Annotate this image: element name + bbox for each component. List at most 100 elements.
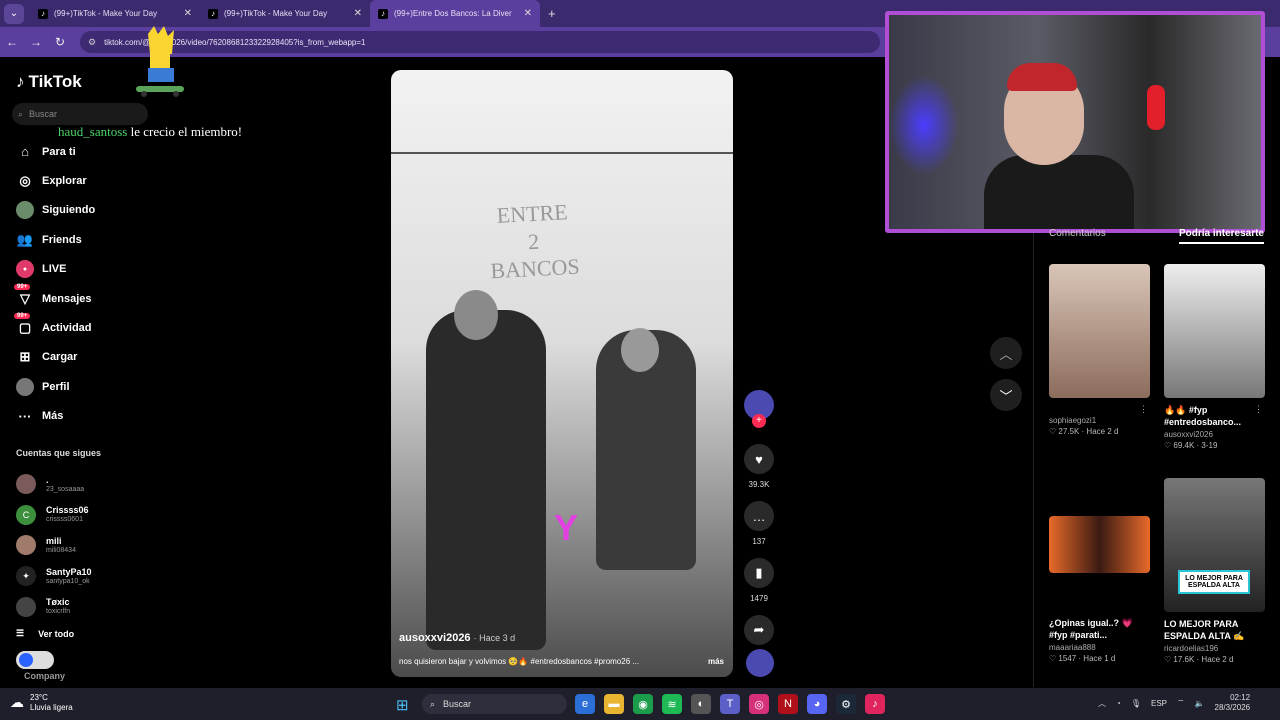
card-author[interactable]: ausoxxvi2026: [1164, 430, 1265, 439]
mic-icon[interactable]: 🎙: [1131, 699, 1141, 708]
video-player[interactable]: ENTRE 2 BANCOS Y ausoxxvi2026 · Hace 3 d…: [391, 70, 733, 677]
following-account[interactable]: C Crissss06 crissss0601: [16, 500, 92, 531]
account-name: Crissss06: [46, 505, 89, 516]
back-icon[interactable]: ←: [0, 35, 24, 49]
recommended-video-card[interactable]: ⋮ 🔥🔥 #fyp #entredosbanco... ausoxxvi2026…: [1164, 264, 1265, 450]
more-options-icon[interactable]: ⋮: [1254, 404, 1263, 415]
browser-tab[interactable]: ♪ (99+)TikTok - Make Your Day ✕: [200, 0, 370, 27]
theme-toggle[interactable]: [16, 651, 54, 669]
chevron-up-icon[interactable]: ︿: [990, 337, 1022, 369]
nav-item-live[interactable]: ● LIVE: [16, 255, 95, 284]
tab-podria-interesarte[interactable]: Podría interesarte: [1178, 228, 1264, 244]
like-count: 39.3K: [748, 480, 770, 489]
card-stats: ♡ 69.4K · 3-19: [1164, 441, 1218, 451]
chevron-down-icon[interactable]: ﹀: [990, 379, 1022, 411]
close-tab-icon[interactable]: ✕: [524, 8, 532, 19]
recommended-video-card[interactable]: ⋮ sophiaegozi1 ♡ 27.5K · Hace 2 d: [1049, 264, 1150, 436]
nav-item-cargar[interactable]: ⊞ Cargar: [16, 343, 95, 372]
heart-icon[interactable]: ♥: [744, 444, 774, 474]
github-icon[interactable]: ◐: [691, 694, 711, 714]
nav-label: Cargar: [42, 351, 78, 364]
follow-plus-icon[interactable]: +: [752, 414, 766, 428]
video-thumbnail[interactable]: [1049, 516, 1150, 573]
tab-comentarios[interactable]: Comentarios: [1049, 228, 1106, 244]
following-account[interactable]: ✦ SantyPa10 santypa10_ok: [16, 561, 92, 592]
video-thumbnail[interactable]: [1049, 264, 1150, 398]
browser-tab-active[interactable]: ♪ (99+)Entre Dos Bancos: La Diver ✕: [370, 0, 540, 27]
url-input[interactable]: ⚙ tiktok.com/@a…n2026/video/762086812332…: [80, 31, 880, 53]
teams-icon[interactable]: T: [720, 694, 740, 714]
video-thumbnail[interactable]: [1164, 264, 1265, 398]
windows-start-icon[interactable]: ⊞: [396, 696, 409, 714]
search-icon: ⌕: [18, 108, 24, 119]
whiteboard-text: ENTRE 2 BANCOS: [489, 199, 581, 284]
video-thumbnail[interactable]: LO MEJOR PARA ESPALDA ALTA: [1164, 478, 1265, 612]
like-action: ♥ 39.3K: [742, 444, 776, 489]
nav-item-perfil[interactable]: Perfil: [16, 372, 95, 401]
nav-item-actividad[interactable]: ▢ 99+ Actividad: [14, 313, 95, 342]
see-all-button[interactable]: ☰ Ver todo: [16, 628, 74, 639]
sidebar: ♪ TikTok ⌕ Buscar ⌂ Para ti ◎ Explorar Sig…: [0, 57, 150, 687]
browser-tab[interactable]: ♪ (99+)TikTok - Make Your Day ✕: [30, 0, 200, 27]
taskbar-search[interactable]: ⌕ Buscar: [422, 694, 567, 714]
tab-title: (99+)Entre Dos Bancos: La Diver: [394, 9, 512, 18]
card-stats: ♡ 1547 · Hace 1 d: [1049, 654, 1116, 664]
close-tab-icon[interactable]: ✕: [354, 8, 362, 19]
edge-icon[interactable]: e: [575, 694, 595, 714]
steam-icon[interactable]: ⚙: [836, 694, 856, 714]
instagram-icon[interactable]: ◎: [749, 694, 769, 714]
video-description-row: nos quisieron bajar y volvimos 🥺🔥 #entre…: [399, 657, 724, 666]
card-author[interactable]: maaariaa888: [1049, 643, 1150, 652]
see-all-label: Ver todo: [38, 628, 75, 639]
tiktok-logo[interactable]: ♪ TikTok: [16, 72, 82, 92]
search-input[interactable]: ⌕ Buscar: [12, 103, 148, 125]
netflix-icon[interactable]: N: [778, 694, 798, 714]
following-account[interactable]: . 23_sosaaaa: [16, 469, 92, 500]
tab-list-button[interactable]: ⌄: [4, 3, 24, 24]
language-indicator[interactable]: ESP: [1151, 699, 1167, 708]
card-author[interactable]: sophiaegozi1: [1049, 416, 1150, 425]
nav-item-friends[interactable]: 👥 Friends: [16, 225, 95, 254]
site-info-icon[interactable]: ⚙: [88, 37, 96, 48]
spotify-icon[interactable]: ≋: [662, 694, 682, 714]
windows-taskbar: ☁ 23°C Lluvia ligera ⊞ ⌕ Buscar e ▬ ◉ ≋ ◐…: [0, 688, 1280, 720]
nav-item-para-ti[interactable]: ⌂ Para ti: [16, 137, 95, 166]
folder-icon[interactable]: ▬: [604, 694, 624, 714]
speaker-icon[interactable]: 🔈: [1195, 699, 1205, 708]
discord-icon[interactable]: ◕: [807, 694, 827, 714]
more-options-icon[interactable]: ⋮: [1139, 404, 1148, 415]
avatar: ✦: [16, 566, 36, 587]
following-account[interactable]: Tøxic toxicrlfn: [16, 591, 92, 622]
music-disc-icon[interactable]: [746, 649, 774, 677]
close-tab-icon[interactable]: ✕: [184, 8, 192, 19]
tiktok-app-icon[interactable]: ♪: [865, 694, 885, 714]
video-author[interactable]: ausoxxvi2026: [399, 632, 471, 644]
boy-figure: [426, 290, 546, 650]
comment-count: 137: [752, 537, 766, 546]
nav-label: Más: [42, 410, 64, 423]
forward-icon[interactable]: →: [24, 35, 48, 49]
nav-item-siguiendo[interactable]: Siguiendo: [16, 196, 95, 225]
recommended-video-card[interactable]: ¿Opinas igual..? 💗 #fyp #parati... maaar…: [1049, 516, 1150, 663]
share-icon[interactable]: ➦: [744, 615, 774, 645]
bookmark-icon[interactable]: ▮: [744, 558, 774, 588]
profile-icon: [16, 377, 34, 396]
clock[interactable]: 02:12 28/3/2026: [1215, 693, 1251, 714]
network-icon[interactable]: ◔: [1116, 699, 1121, 708]
new-tab-button[interactable]: +: [548, 6, 556, 21]
recommended-video-card[interactable]: LO MEJOR PARA ESPALDA ALTA LO MEJOR PARA…: [1164, 478, 1265, 664]
following-account[interactable]: mili mili08434: [16, 530, 92, 561]
chrome-icon[interactable]: ◉: [633, 694, 653, 714]
card-author[interactable]: ricardoelias196: [1164, 644, 1265, 653]
nav-item-explorar[interactable]: ◎ Explorar: [16, 166, 95, 195]
wifi-icon[interactable]: ⌔: [1177, 698, 1185, 708]
author-avatar[interactable]: +: [744, 390, 774, 428]
weather-widget[interactable]: ☁ 23°C Lluvia ligera: [10, 693, 73, 712]
nav-item-mensajes[interactable]: ▽ 99+ Mensajes: [14, 283, 95, 313]
company-link[interactable]: Company: [24, 671, 65, 681]
comment-icon[interactable]: …: [744, 501, 774, 531]
nav-item-mas[interactable]: ··· Más: [16, 402, 95, 431]
chevron-up-icon[interactable]: ︿: [1098, 698, 1106, 709]
more-button[interactable]: más: [708, 657, 724, 666]
reload-icon[interactable]: ↻: [48, 35, 72, 49]
